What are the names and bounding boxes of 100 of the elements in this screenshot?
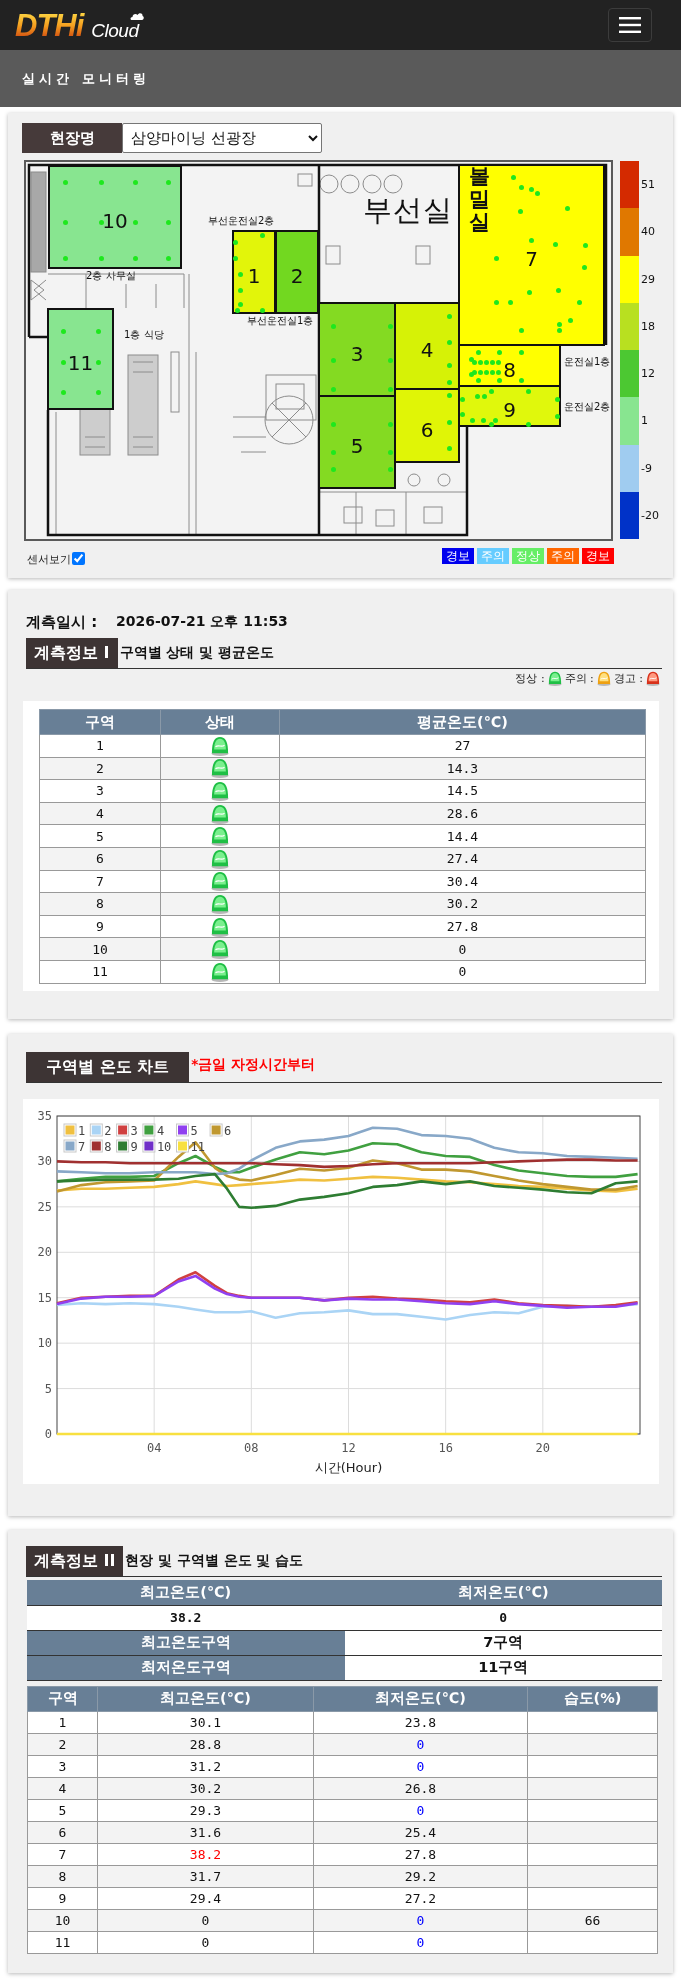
column-header: 구역 <box>27 1686 98 1711</box>
table-cell: 6 <box>27 1821 98 1843</box>
table-cell: 0 <box>313 1799 528 1821</box>
zone-number: 3 <box>350 343 364 364</box>
table-cell: 8 <box>39 892 161 916</box>
scale-label: 18 <box>641 319 655 333</box>
legend-tag: 경보 <box>582 548 614 564</box>
table-cell: 11구역 <box>344 1655 662 1680</box>
checkbox-label: 센서보기 <box>27 554 71 565</box>
table-cell: 28.8 <box>97 1733 314 1755</box>
table-cell: 0 <box>344 1605 662 1630</box>
table-cell: 27.4 <box>279 847 646 871</box>
column-header: 상태 <box>160 709 280 735</box>
zone-number: 7 <box>525 249 538 269</box>
legend-label: 8 <box>104 1139 112 1154</box>
x-tick-label: 20 <box>535 1441 551 1455</box>
zone-number: 4 <box>420 340 434 360</box>
site-label: 현장명 <box>22 123 122 153</box>
chart-note: *금일 자정시간부터 <box>190 1056 315 1074</box>
measure-time: 2026-07-21 오후 11:53 <box>116 613 288 631</box>
legend-label: 10 <box>156 1139 172 1154</box>
table-cell: 4 <box>39 802 161 825</box>
table-cell: 30.2 <box>279 892 646 916</box>
y-tick-label: 30 <box>37 1154 52 1169</box>
table-cell: 7 <box>27 1843 98 1865</box>
y-tick-label: 5 <box>44 1381 52 1396</box>
table-cell: 27 <box>279 734 646 758</box>
room-label: 운전실1층 <box>564 356 611 367</box>
legend-label: 6 <box>224 1123 232 1138</box>
legend-label: 정상 : <box>515 670 545 686</box>
zone-number: 6 <box>420 419 434 440</box>
legend-label: 9 <box>130 1139 138 1154</box>
x-tick-label: 08 <box>244 1441 259 1455</box>
table-cell: 30.1 <box>97 1711 314 1733</box>
y-tick-label: 20 <box>37 1245 52 1260</box>
legend-label: 4 <box>156 1123 165 1138</box>
table-cell: 31.6 <box>97 1821 314 1843</box>
scale-label: -20 <box>641 508 659 522</box>
section-heading: 계측정보 II <box>26 1546 124 1576</box>
x-tick-label: 12 <box>341 1441 356 1455</box>
table-cell: 8 <box>27 1865 98 1887</box>
table-cell: 27.8 <box>279 915 646 938</box>
row-header: 최저온도구역 <box>27 1655 345 1680</box>
room-label: 운전실2층 <box>564 401 611 412</box>
zone-number: 9 <box>503 400 516 420</box>
legend-tag: 정상 <box>512 548 544 564</box>
table-cell: 0 <box>313 1931 528 1953</box>
table-cell: 3 <box>39 779 161 803</box>
table-cell: 1 <box>39 734 161 758</box>
legend-label: 5 <box>190 1123 198 1138</box>
zone-number: 8 <box>503 359 516 380</box>
table-cell: 38.2 <box>27 1605 345 1630</box>
legend-label: 경고 : <box>613 670 643 686</box>
legend-label: 1 <box>78 1123 86 1138</box>
section-heading: 계측정보 I <box>26 638 118 668</box>
measure-label: 계측일시 : <box>26 612 99 632</box>
table-cell: 0 <box>279 937 646 961</box>
table-cell: 5 <box>27 1799 98 1821</box>
legend-label: 주의 : <box>564 670 594 686</box>
y-tick-label: 10 <box>37 1336 52 1351</box>
table-cell: 28.6 <box>279 802 646 825</box>
scale-label: 29 <box>641 272 655 286</box>
zone-number: 10 <box>102 211 128 231</box>
zone-number: 11 <box>67 353 94 373</box>
table-cell: 31.2 <box>97 1755 314 1777</box>
room-label: 부선실 <box>363 195 453 227</box>
table-cell: 27.8 <box>313 1843 528 1865</box>
legend-tag: 주의 <box>477 548 509 564</box>
table-cell: 4 <box>27 1777 98 1799</box>
column-header: 최저온도(℃) <box>313 1686 528 1711</box>
table-cell: 0 <box>97 1931 314 1953</box>
table-cell: 0 <box>97 1909 314 1931</box>
room-label: 2층 사무실 <box>86 270 136 281</box>
legend-tag: 주의 <box>547 548 579 564</box>
legend-tag: 경보 <box>442 548 474 564</box>
column-header: 최고온도(℃) <box>27 1580 345 1605</box>
table-cell: 6 <box>39 847 161 871</box>
row-header: 최고온도구역 <box>27 1630 345 1655</box>
table-cell: 11 <box>39 960 161 984</box>
room-label: 부선운전실1층 <box>247 315 314 326</box>
table-cell: 27.2 <box>313 1887 528 1909</box>
zone-number: 5 <box>350 436 364 456</box>
room-label: 부선운전실2층 <box>208 215 275 226</box>
y-tick-label: 15 <box>37 1290 52 1305</box>
table-cell: 0 <box>313 1733 528 1755</box>
table-cell: 30.2 <box>97 1777 314 1799</box>
table-cell: 0 <box>279 960 646 984</box>
section-subtitle: 현장 및 구역별 온도 및 습도 <box>124 1552 303 1570</box>
table-cell: 23.8 <box>313 1711 528 1733</box>
legend-label: 3 <box>130 1123 138 1138</box>
table-cell: 11 <box>27 1931 98 1953</box>
table-cell: 10 <box>27 1909 98 1931</box>
section-heading: 구역별 온도 차트 <box>26 1052 190 1082</box>
table-cell: 14.5 <box>279 779 646 803</box>
axis-title: 시간(Hour) <box>314 1460 383 1475</box>
y-tick-label: 25 <box>37 1199 52 1214</box>
table-cell: 29.3 <box>97 1799 314 1821</box>
column-header: 최저온도(℃) <box>344 1580 662 1605</box>
table-cell: 30.4 <box>279 870 646 893</box>
scale-label: 12 <box>641 367 655 381</box>
